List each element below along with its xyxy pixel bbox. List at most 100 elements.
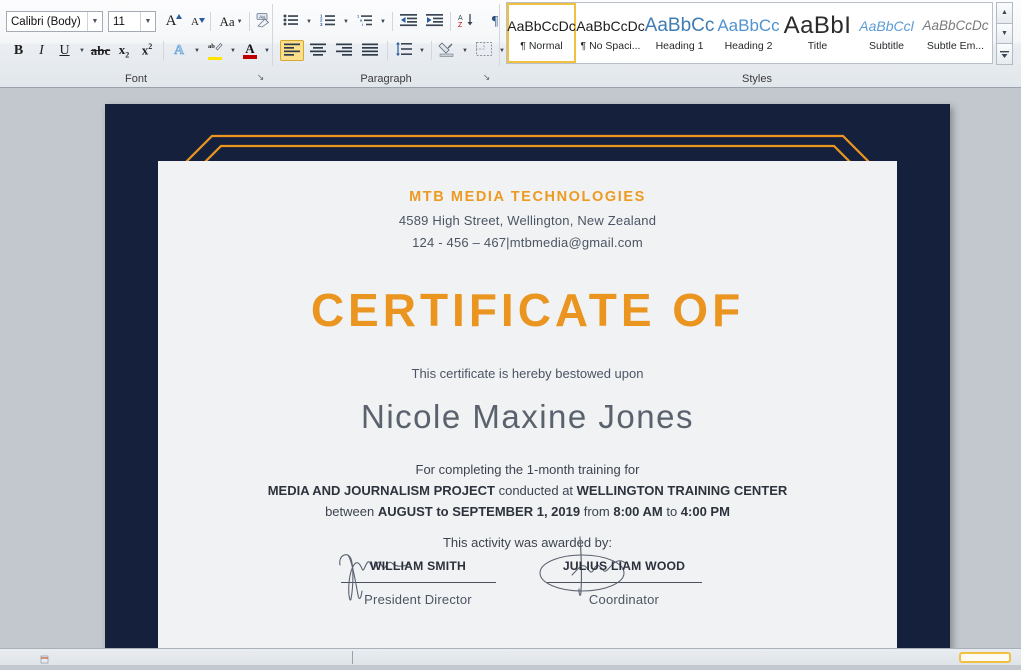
highlight-icon: ab	[208, 41, 223, 56]
certificate-content[interactable]: MTB MEDIA TECHNOLOGIES 4589 High Street,…	[158, 161, 897, 648]
document-canvas[interactable]: MTB MEDIA TECHNOLOGIES 4589 High Street,…	[0, 88, 1021, 648]
styles-gallery-scroll[interactable]: ▲ ▼	[996, 2, 1013, 66]
style-item-heading-2[interactable]: AaBbCc Heading 2	[714, 3, 783, 63]
style-item-normal[interactable]: AaBbCcDc ¶ Normal	[507, 3, 576, 63]
borders-icon	[475, 42, 492, 59]
grow-font-button[interactable]: A	[160, 11, 183, 32]
align-right-icon	[336, 43, 352, 59]
line-spacing-button[interactable]	[391, 40, 415, 61]
end-time: 4:00 PM	[680, 504, 730, 519]
borders-button[interactable]	[472, 40, 495, 61]
clear-formatting-button[interactable]: Aa	[252, 11, 273, 32]
change-case-button[interactable]: Aa ▼	[215, 11, 247, 32]
shading-dropdown-button[interactable]: ▼	[458, 40, 470, 61]
organization-name: MTB MEDIA TECHNOLOGIES	[409, 189, 646, 205]
styles-gallery[interactable]: AaBbCcDc ¶ Normal AaBbCcDc ¶ No Spaci...…	[506, 2, 993, 64]
italic-button[interactable]: I	[31, 40, 52, 61]
certificate-page[interactable]: MTB MEDIA TECHNOLOGIES 4589 High Street,…	[105, 104, 950, 648]
zoom-slider[interactable]	[959, 652, 1011, 663]
chevron-down-icon: ▼	[236, 18, 243, 25]
spelling-check-icon[interactable]	[40, 652, 49, 664]
shading-button[interactable]	[435, 40, 458, 61]
signature-block-president: WILLIAM SMITH President Director	[318, 554, 518, 607]
ribbon-home-tab: Calibri (Body) ▼ 11 ▼ A A Aa ▼ Aa B I U …	[0, 0, 1021, 88]
conducted-at-text: conducted at	[494, 483, 577, 498]
shrink-font-button[interactable]: A	[184, 11, 206, 32]
text-effects-dropdown-button[interactable]: ▼	[190, 40, 202, 61]
divider	[387, 41, 388, 60]
sort-button[interactable]: A Z	[454, 11, 478, 32]
detail-line-2: MEDIA AND JOURNALISM PROJECT conducted a…	[158, 481, 897, 501]
style-item-heading-1[interactable]: AaBbCc Heading 1	[645, 3, 714, 63]
style-item-subtitle[interactable]: AaBbCcl Subtitle	[852, 3, 921, 63]
font-name-combo[interactable]: Calibri (Body) ▼	[6, 11, 103, 32]
svg-text:Aa: Aa	[259, 15, 265, 20]
multilevel-list-button[interactable]: 1 a i	[354, 11, 376, 32]
recipient-name: Nicole Maxine Jones	[361, 398, 694, 435]
strikethrough-button[interactable]: abc	[89, 40, 112, 61]
numbering-button[interactable]: 1 2 3	[317, 11, 339, 32]
decrease-indent-button[interactable]	[396, 11, 420, 32]
increase-indent-button[interactable]	[422, 11, 446, 32]
align-center-button[interactable]	[306, 40, 330, 61]
superscript-icon: x2	[141, 42, 153, 58]
style-label: Heading 2	[724, 39, 773, 52]
style-item-title[interactable]: AaBbI Title	[783, 3, 852, 63]
start-time: 8:00 AM	[613, 504, 663, 519]
font-size-combo[interactable]: 11 ▼	[108, 11, 156, 32]
justify-button[interactable]	[358, 40, 382, 61]
highlight-dropdown-button[interactable]: ▼	[226, 40, 238, 61]
multilevel-dropdown-button[interactable]: ▼	[376, 11, 388, 32]
font-color-dropdown-button[interactable]: ▼	[260, 40, 272, 61]
align-left-icon	[284, 43, 300, 59]
divider	[431, 41, 432, 60]
styles-scroll-up-button[interactable]: ▲	[996, 2, 1013, 24]
style-preview: AaBbCcl	[859, 17, 914, 34]
numbering-dropdown-button[interactable]: ▼	[339, 11, 351, 32]
ribbon-group-font: Calibri (Body) ▼ 11 ▼ A A Aa ▼ Aa B I U …	[0, 0, 272, 87]
styles-more-button[interactable]	[996, 43, 1013, 66]
bullets-button[interactable]	[280, 11, 302, 32]
chevron-down-icon: ▼	[306, 18, 312, 25]
style-item-subtle-emphasis[interactable]: AaBbCcDc Subtle Em...	[921, 3, 990, 63]
divider	[163, 41, 164, 60]
svg-text:Z: Z	[458, 22, 463, 28]
align-right-button[interactable]	[332, 40, 356, 61]
style-preview: AaBbCcDc	[922, 17, 989, 33]
line-spacing-dropdown-button[interactable]: ▼	[415, 40, 427, 61]
underline-dropdown-button[interactable]: ▼	[75, 40, 87, 61]
paragraph-dialog-launcher[interactable]: ↘	[481, 72, 492, 83]
align-center-icon	[310, 43, 326, 59]
ribbon-group-paragraph-label: Paragraph	[360, 73, 412, 85]
styles-scroll-down-button[interactable]: ▼	[996, 22, 1013, 45]
style-label: Heading 1	[655, 39, 704, 52]
ribbon-group-font-label: Font	[124, 73, 147, 85]
highlight-color-button[interactable]: ab	[204, 40, 226, 61]
font-color-button[interactable]: A	[240, 40, 260, 61]
chevron-down-icon: ▼	[264, 47, 270, 54]
date-range: AUGUST to SEPTEMBER 1, 2019	[377, 504, 581, 519]
text-effects-button[interactable]: A	[168, 40, 190, 61]
increase-indent-icon	[425, 13, 443, 30]
status-bar-divider	[352, 651, 353, 664]
style-preview: AaBbCcDc	[507, 17, 576, 34]
chevron-down-icon: ▼	[380, 18, 386, 25]
bold-button[interactable]: B	[8, 40, 29, 61]
align-left-button[interactable]	[280, 40, 304, 61]
subscript-button[interactable]: x2	[113, 40, 135, 61]
superscript-button[interactable]: x2	[136, 40, 158, 61]
font-dialog-launcher[interactable]: ↘	[255, 72, 266, 83]
style-label: ¶ No Spaci...	[580, 39, 641, 52]
svg-text:3: 3	[320, 22, 323, 27]
font-name-value: Calibri (Body)	[11, 15, 81, 28]
style-preview: AaBbCc	[644, 14, 715, 36]
line-spacing-icon	[395, 42, 412, 59]
chevron-down-icon[interactable]: ▼	[140, 12, 155, 31]
signatory-name: JULIUS LIAM WOOD	[562, 559, 686, 573]
style-item-no-spacing[interactable]: AaBbCcDc ¶ No Spaci...	[576, 3, 645, 63]
svg-text:i: i	[362, 22, 363, 27]
chevron-down-icon[interactable]: ▼	[87, 12, 102, 31]
bullets-dropdown-button[interactable]: ▼	[302, 11, 314, 32]
certificate-title: CERTIFICATE OF	[310, 284, 745, 336]
underline-button[interactable]: U	[54, 40, 75, 61]
